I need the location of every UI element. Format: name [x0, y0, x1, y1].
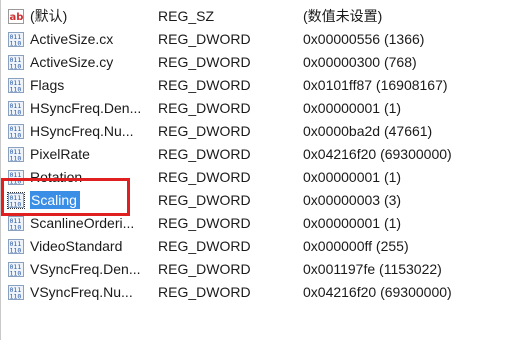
value-name: ActiveSize.cy	[30, 54, 114, 70]
registry-value-row[interactable]: 011 110 VSyncFreq.Nu... REG_DWORD 0x0421…	[0, 281, 510, 304]
svg-text:110: 110	[10, 132, 22, 140]
value-type: REG_DWORD	[158, 31, 251, 47]
binary-value-icon: 011 110	[8, 124, 24, 139]
value-type: REG_DWORD	[158, 146, 251, 162]
value-data: 0x000000ff (255)	[303, 238, 409, 254]
registry-value-row[interactable]: 011 110 VideoStandard REG_DWORD 0x000000…	[0, 235, 510, 258]
value-data: 0x00000556 (1366)	[303, 31, 425, 47]
value-type: REG_SZ	[158, 8, 215, 24]
binary-value-icon: 011 110	[8, 101, 24, 116]
value-data: 0x00000001 (1)	[303, 215, 402, 231]
value-type: REG_DWORD	[158, 100, 251, 116]
value-data: (数值未设置)	[303, 8, 383, 24]
registry-value-row[interactable]: 011 110 VSyncFreq.Den... REG_DWORD 0x001…	[0, 258, 510, 281]
binary-value-icon: 011 110	[8, 216, 24, 231]
value-name: VideoStandard	[30, 238, 123, 254]
svg-text:110: 110	[10, 109, 22, 117]
value-name: VSyncFreq.Den...	[30, 261, 141, 277]
value-type: REG_DWORD	[158, 215, 251, 231]
value-name: HSyncFreq.Den...	[30, 100, 142, 116]
value-type: REG_DWORD	[158, 238, 251, 254]
value-type: REG_DWORD	[158, 123, 251, 139]
value-type: REG_DWORD	[158, 192, 251, 208]
binary-value-icon: 011 110	[8, 32, 24, 47]
value-name: ActiveSize.cx	[30, 31, 114, 47]
svg-text:110: 110	[10, 40, 22, 48]
value-data: 0x0000ba2d (47661)	[303, 123, 433, 139]
svg-text:110: 110	[10, 63, 22, 71]
value-data: 0x00000003 (3)	[303, 192, 402, 208]
value-type: REG_DWORD	[158, 54, 251, 70]
value-type: REG_DWORD	[158, 169, 251, 185]
value-name: VSyncFreq.Nu...	[30, 284, 133, 300]
binary-value-icon: 011 110	[8, 239, 24, 254]
value-data: 0x00000001 (1)	[303, 169, 402, 185]
binary-value-icon: 011 110	[8, 147, 24, 162]
value-name: Flags	[30, 77, 65, 93]
value-name: HSyncFreq.Nu...	[30, 123, 134, 139]
registry-value-row[interactable]: 011 110 HSyncFreq.Nu... REG_DWORD 0x0000…	[0, 120, 510, 143]
value-data: 0x00000001 (1)	[303, 100, 402, 116]
binary-value-icon: 011 110	[8, 262, 24, 277]
string-value-icon: ab	[8, 9, 24, 24]
binary-value-icon: 011 110	[8, 78, 24, 93]
svg-text:ab: ab	[10, 12, 24, 23]
registry-value-row[interactable]: ab (默认) REG_SZ (数值未设置)	[0, 5, 510, 28]
svg-text:110: 110	[10, 155, 22, 163]
value-data: 0x0101ff87 (16908167)	[303, 77, 448, 93]
registry-value-row[interactable]: 011 110 PixelRate REG_DWORD 0x04216f20 (…	[0, 143, 510, 166]
registry-value-row[interactable]: 011 110 ActiveSize.cy REG_DWORD 0x000003…	[0, 51, 510, 74]
value-data: 0x00000300 (768)	[303, 54, 417, 70]
value-type: REG_DWORD	[158, 261, 251, 277]
value-data: 0x001197fe (1153022)	[303, 261, 442, 277]
svg-text:110: 110	[10, 270, 22, 278]
registry-value-row[interactable]: 011 110 HSyncFreq.Den... REG_DWORD 0x000…	[0, 97, 510, 120]
registry-value-row[interactable]: 011 110 Flags REG_DWORD 0x0101ff87 (1690…	[0, 74, 510, 97]
value-data: 0x04216f20 (69300000)	[303, 284, 452, 300]
svg-text:110: 110	[10, 293, 22, 301]
svg-text:110: 110	[10, 247, 22, 255]
value-type: REG_DWORD	[158, 284, 251, 300]
svg-text:110: 110	[10, 224, 22, 232]
binary-value-icon: 011 110	[8, 285, 24, 300]
value-type: REG_DWORD	[158, 77, 251, 93]
value-data: 0x04216f20 (69300000)	[303, 146, 452, 162]
registry-value-row[interactable]: 011 110 ActiveSize.cx REG_DWORD 0x000005…	[0, 28, 510, 51]
svg-text:110: 110	[10, 86, 22, 94]
value-name: (默认)	[30, 8, 68, 24]
registry-value-list[interactable]: ab (默认) REG_SZ (数值未设置) 011 110 ActiveSiz…	[0, 5, 510, 304]
value-name: PixelRate	[30, 146, 90, 162]
highlight-box	[1, 178, 130, 216]
binary-value-icon: 011 110	[8, 55, 24, 70]
